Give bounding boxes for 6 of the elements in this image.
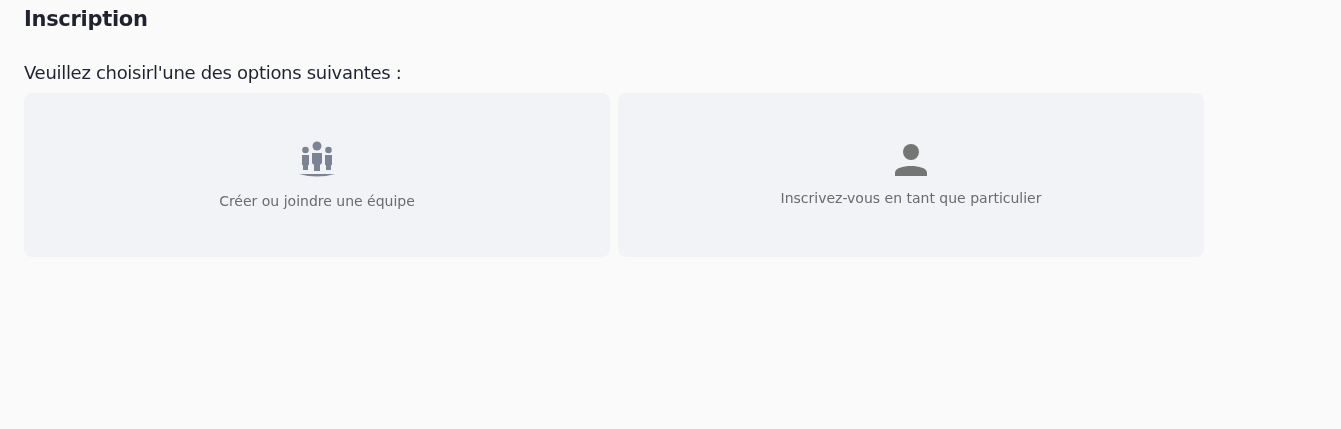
instruction-text: Veuillez choisirl'une des options suivantes : bbox=[24, 61, 403, 85]
option-card[interactable]: Créer ou joindre une équipe bbox=[24, 93, 610, 257]
group-icon bbox=[298, 141, 336, 179]
page-title: Inscription bbox=[24, 6, 149, 33]
person-icon bbox=[894, 144, 928, 176]
option-card[interactable]: Inscrivez-vous en tant que particulier bbox=[618, 93, 1204, 257]
